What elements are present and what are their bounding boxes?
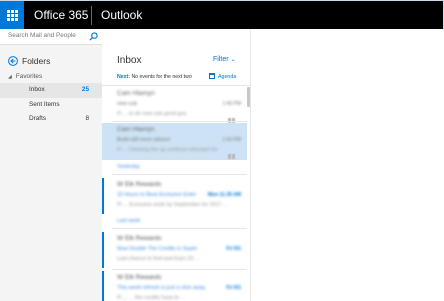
list-title: Inbox bbox=[117, 55, 142, 66]
favorites-label: Favorites bbox=[15, 73, 43, 80]
folder-pane: Search Mail and People Folders ◢ Favorite… bbox=[0, 29, 102, 301]
filter-button[interactable]: Filter ⌄ bbox=[213, 56, 236, 63]
message-preview: Fi ... ... the credits have to ... bbox=[117, 295, 186, 301]
chevron-down-icon: ⌄ bbox=[230, 57, 236, 63]
unread-indicator bbox=[102, 232, 104, 268]
back-arrow-icon[interactable] bbox=[8, 56, 18, 66]
divider bbox=[112, 121, 247, 122]
message-preview: Fi ... Clearing the up continue reluctan… bbox=[117, 147, 218, 153]
message-preview: Last chance to find and Earn 2X ... bbox=[117, 256, 200, 262]
divider bbox=[112, 174, 247, 175]
list-item[interactable]: W Elk Rewards Now Double The Credits in … bbox=[102, 232, 247, 268]
divider bbox=[112, 269, 247, 270]
favorites-header[interactable]: ◢ Favorites bbox=[8, 73, 42, 80]
app-launcher-icon[interactable] bbox=[0, 1, 24, 29]
date-group-header: Last week bbox=[117, 218, 141, 224]
search-icon[interactable] bbox=[89, 32, 98, 41]
message-preview: Fi ... to do new sub good goo bbox=[117, 111, 187, 117]
message-preview: Pi ... Exclusive ends by September for 2… bbox=[117, 202, 228, 208]
quick-actions-icon[interactable] bbox=[228, 110, 237, 123]
scrollbar-thumb[interactable] bbox=[247, 87, 250, 107]
next-event: Next: No events for the next two bbox=[117, 74, 192, 80]
search-input[interactable]: Search Mail and People bbox=[8, 32, 76, 39]
message-subject: new sub bbox=[117, 101, 138, 107]
folder-label: Drafts bbox=[29, 115, 47, 122]
folder-label: Sent Items bbox=[29, 101, 60, 108]
next-label: Next: bbox=[117, 74, 130, 80]
unread-count: 25 bbox=[81, 86, 89, 93]
message-time: Fri 9/1 bbox=[226, 285, 241, 291]
unread-indicator bbox=[102, 271, 104, 301]
message-sender: W Elk Rewards bbox=[117, 235, 162, 242]
message-sender: Cam Hlamyn bbox=[117, 126, 155, 133]
quick-actions-icon[interactable] bbox=[228, 146, 237, 159]
divider bbox=[91, 6, 92, 25]
sidebar-item-sent-items[interactable]: Sent Items bbox=[0, 98, 102, 113]
agenda-label: Agenda bbox=[218, 74, 237, 80]
list-item[interactable]: Cam Hlamyn new sub Fi ... to do new sub … bbox=[102, 87, 247, 123]
unread-indicator bbox=[102, 178, 104, 214]
folders-label: Folders bbox=[22, 56, 51, 66]
message-time: Fri 9/1 bbox=[226, 246, 241, 252]
next-event-text: No events for the next two bbox=[131, 74, 192, 80]
message-sender: W Elk Rewards bbox=[117, 181, 162, 188]
message-list: Inbox Filter ⌄ Next: No events for the ne… bbox=[102, 29, 251, 301]
list-item[interactable]: W Elk Rewards This week refresh is just … bbox=[102, 271, 247, 301]
list-item[interactable]: Cam Hlamyn Build still more advice! Fi .… bbox=[102, 123, 247, 160]
calendar-icon bbox=[209, 73, 215, 79]
search-box[interactable]: Search Mail and People bbox=[0, 29, 102, 45]
filter-label: Filter bbox=[213, 56, 229, 63]
divider bbox=[112, 228, 247, 229]
collapse-caret-icon[interactable]: ◢ bbox=[8, 74, 12, 80]
brand-title[interactable]: Office 365 bbox=[34, 8, 88, 22]
reading-pane bbox=[252, 29, 444, 301]
date-group-header: Yesterday bbox=[117, 164, 140, 170]
message-subject: Now Double The Credits in Super bbox=[117, 246, 198, 252]
message-sender: Cam Hlamyn bbox=[117, 90, 155, 97]
divider bbox=[102, 85, 250, 86]
list-item[interactable]: W Elk Rewards 10 Hours to Beat Exclusive… bbox=[102, 178, 247, 214]
message-time: 1:46 PM bbox=[222, 101, 241, 107]
sidebar-item-inbox[interactable]: Inbox 25 bbox=[0, 83, 102, 98]
message-subject: Build still more advice! bbox=[117, 137, 171, 143]
message-subject: 10 Hours to Beat Exclusive Enter bbox=[117, 192, 197, 198]
draft-count: 8 bbox=[85, 115, 89, 122]
message-subject: This week refresh is just a click away bbox=[117, 285, 206, 291]
folder-label: Inbox bbox=[29, 86, 45, 93]
agenda-button[interactable]: Agenda bbox=[209, 73, 236, 80]
message-time: Mon 11:35 AM bbox=[207, 192, 241, 198]
message-sender: W Elk Rewards bbox=[117, 274, 162, 281]
app-title[interactable]: Outlook bbox=[101, 8, 142, 22]
message-time: 1:43 PM bbox=[222, 137, 241, 143]
sidebar-item-drafts[interactable]: Drafts 8 bbox=[0, 112, 102, 127]
top-bar: Office 365 Outlook bbox=[0, 0, 444, 29]
